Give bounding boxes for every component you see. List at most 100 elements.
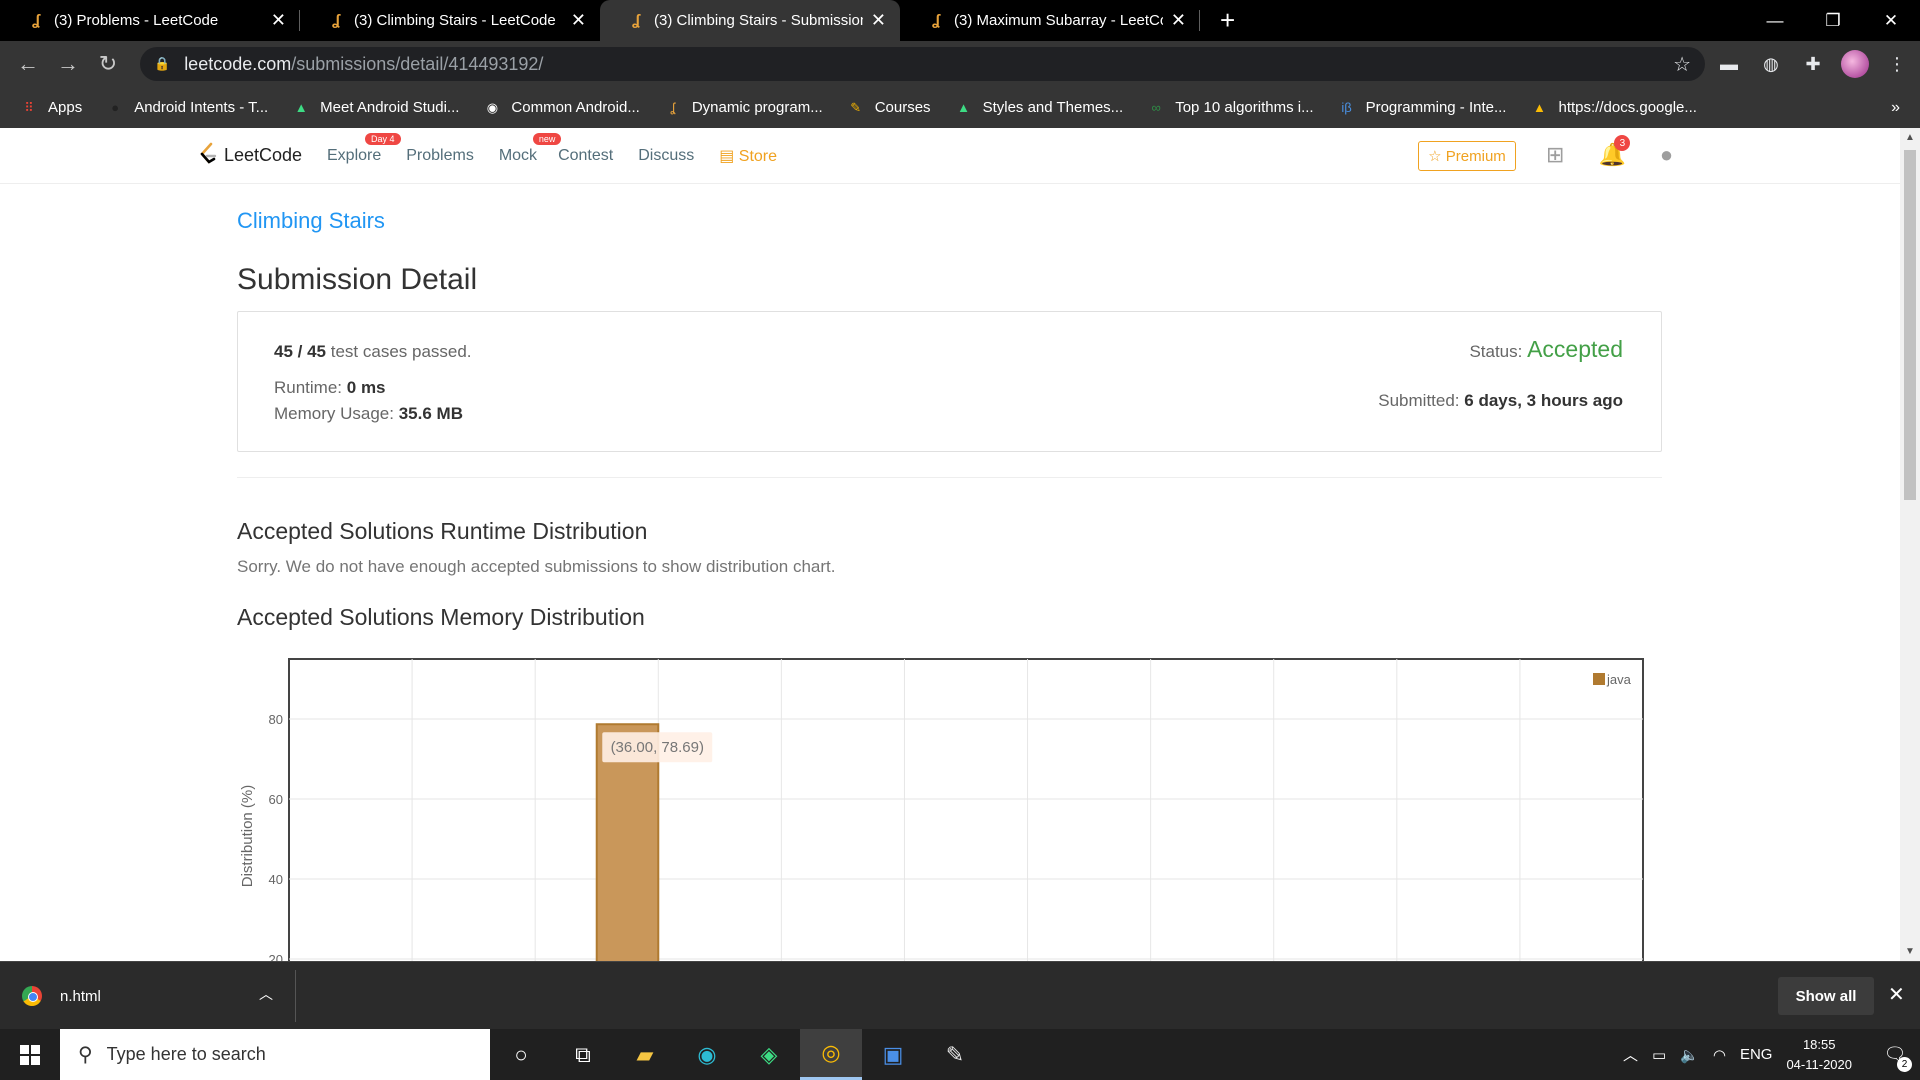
bookmark-item[interactable]: iβ Programming - Inte... [1338,99,1506,117]
browser-tab[interactable]: ʆ (3) Maximum Subarray - LeetCod ✕ [900,0,1200,41]
url-host: leetcode.com [184,53,292,74]
chevron-up-icon[interactable]: ︿ [1623,1044,1638,1065]
bookmark-item[interactable]: ✎ Courses [847,99,930,117]
volume-icon[interactable]: 🔈 [1680,1046,1699,1064]
extension-icon[interactable]: ▬ [1715,50,1743,78]
profile-avatar[interactable] [1841,50,1869,78]
bookmark-item[interactable]: ▲ Meet Android Studi... [292,99,460,117]
y-axis-label: Distribution (%) [239,785,256,888]
nav-contest[interactable]: Contest [558,147,613,165]
file-explorer-icon[interactable]: ▰ [614,1029,676,1080]
more-bookmarks-icon[interactable]: » [1891,99,1900,117]
submitted-value: 6 days, 3 hours ago [1464,391,1623,410]
scroll-up-icon[interactable]: ▲ [1905,132,1915,143]
close-tab-icon[interactable]: ✕ [571,10,586,31]
download-item[interactable]: n.html [22,962,101,1030]
close-tab-icon[interactable]: ✕ [271,10,286,31]
bookmark-label: https://docs.google... [1558,99,1697,116]
browser-tab[interactable]: ʆ (3) Problems - LeetCode ✕ [0,0,300,41]
scroll-thumb[interactable] [1904,150,1916,500]
interviewbit-icon: iβ [1341,100,1352,115]
playground-icon[interactable]: ⊞ [1546,142,1564,168]
new-tab-icon[interactable]: + [1220,0,1235,41]
search-icon: ⚲ [78,1044,93,1066]
bookmark-item[interactable]: ● Android Intents - T... [106,99,268,117]
task-view-icon[interactable]: ⧉ [552,1029,614,1080]
word-icon[interactable]: ▣ [862,1029,924,1080]
clock[interactable]: 18:55 04-11-2020 [1786,1035,1852,1075]
bookmark-item[interactable]: ∞ Top 10 algorithms i... [1147,99,1314,117]
bookmark-item[interactable]: ▲ Styles and Themes... [955,99,1124,117]
language-indicator[interactable]: ENG [1740,1046,1773,1063]
browser-tab-active[interactable]: ʆ (3) Climbing Stairs - Submission D ✕ [600,0,900,41]
puzzle-extensions-icon[interactable]: ✚ [1799,50,1827,78]
taskbar-search[interactable]: ⚲ Type here to search [60,1029,490,1080]
bookmark-label: Meet Android Studi... [320,99,460,116]
main-nav: Explore Day 4 Problems Mock new Contest Di… [327,128,802,184]
wifi-icon[interactable]: ◠ [1713,1046,1726,1064]
bookmark-item[interactable]: ʆ Dynamic program... [664,99,823,117]
maps-icon[interactable]: ◈ [738,1029,800,1080]
browser-toolbar: ← → ↻ 🔒 leetcode.com/submissions/detail/… [0,41,1920,87]
leetcode-logo[interactable]: LeetCode [198,142,302,168]
bookmark-label: Styles and Themes... [982,99,1124,116]
tab-title: (3) Maximum Subarray - LeetCod [954,12,1163,29]
start-button[interactable] [0,1029,60,1080]
page-title: Submission Detail [237,263,478,296]
bookmark-star-icon[interactable]: ☆ [1673,52,1691,77]
y-tick-label: 20 [269,952,283,961]
notification-bell-icon[interactable]: 🔔 3 [1598,135,1631,168]
lock-icon[interactable]: 🔒 [154,56,170,72]
chrome-menu-icon[interactable]: ⋮ [1883,50,1911,78]
address-bar[interactable]: 🔒 leetcode.com/submissions/detail/414493… [140,47,1705,81]
url-path: /submissions/detail/414493192/ [291,53,544,74]
reload-icon[interactable]: ↻ [88,44,128,84]
show-all-button[interactable]: Show all [1778,977,1874,1015]
bookmark-item[interactable]: ◉ Common Android... [483,99,640,117]
nav-store[interactable]: ▤ Store [719,146,777,166]
battery-icon[interactable]: ▭ [1652,1046,1666,1064]
nav-label: Explore [327,147,382,164]
clock-date: 04-11-2020 [1786,1056,1852,1072]
globe-icon[interactable]: ◍ [1757,50,1785,78]
paint-icon[interactable]: ✎ [924,1029,986,1080]
premium-label: Premium [1445,147,1506,165]
action-center-icon[interactable]: 🗨 2 [1870,1029,1920,1080]
edge-icon[interactable]: ◉ [676,1029,738,1080]
runtime-value: 0 ms [346,378,386,397]
download-options-chevron-icon[interactable]: ︿ [259,984,273,1004]
chrome-icon[interactable]: ◎ [800,1029,862,1080]
taskbar-apps: ○ ⧉ ▰ ◉ ◈ ◎ ▣ ✎ [490,1029,986,1080]
nav-discuss[interactable]: Discuss [638,147,694,165]
bookmark-item[interactable]: ▲ https://docs.google... [1530,99,1697,117]
scroll-down-icon[interactable]: ▼ [1905,946,1915,957]
memory-distribution-heading: Accepted Solutions Memory Distribution [237,604,645,630]
android-icon: ▲ [957,100,970,115]
windows-logo-icon [20,1044,40,1065]
minimize-icon[interactable]: — [1746,0,1804,41]
status-value[interactable]: Accepted [1527,336,1623,362]
bookmark-item[interactable]: ⠿ Apps [20,99,82,117]
nav-explore[interactable]: Explore Day 4 [327,133,401,165]
problem-title-link[interactable]: Climbing Stairs [237,208,385,234]
memory-distribution-chart[interactable]: 20 40 60 80 Distribution (%) (36.00, 78.69) ja… [230,646,1670,961]
close-downloads-icon[interactable]: ✕ [1888,982,1905,1007]
page-scrollbar[interactable]: ▲ ▼ [1900,128,1920,961]
back-icon[interactable]: ← [8,44,48,84]
divider [237,477,1662,478]
leetcode-favicon-icon: ʆ [331,12,341,29]
nav-problems[interactable]: Problems [406,147,474,165]
leetcode-favicon-icon: ʆ [631,12,641,29]
forward-icon[interactable]: → [48,44,88,84]
cortana-icon[interactable]: ○ [490,1029,552,1080]
user-avatar-icon[interactable]: ● [1660,142,1673,168]
nav-label: Mock [498,147,538,164]
premium-button[interactable]: ☆ Premium [1418,141,1516,171]
close-tab-icon[interactable]: ✕ [1171,10,1186,31]
close-window-icon[interactable]: ✕ [1862,0,1920,41]
close-tab-icon[interactable]: ✕ [871,10,886,31]
restore-icon[interactable]: ❐ [1804,0,1862,41]
nav-mock[interactable]: Mock new [498,133,562,165]
browser-tab[interactable]: ʆ (3) Climbing Stairs - LeetCode ✕ [300,0,600,41]
logo-text: LeetCode [224,144,303,165]
